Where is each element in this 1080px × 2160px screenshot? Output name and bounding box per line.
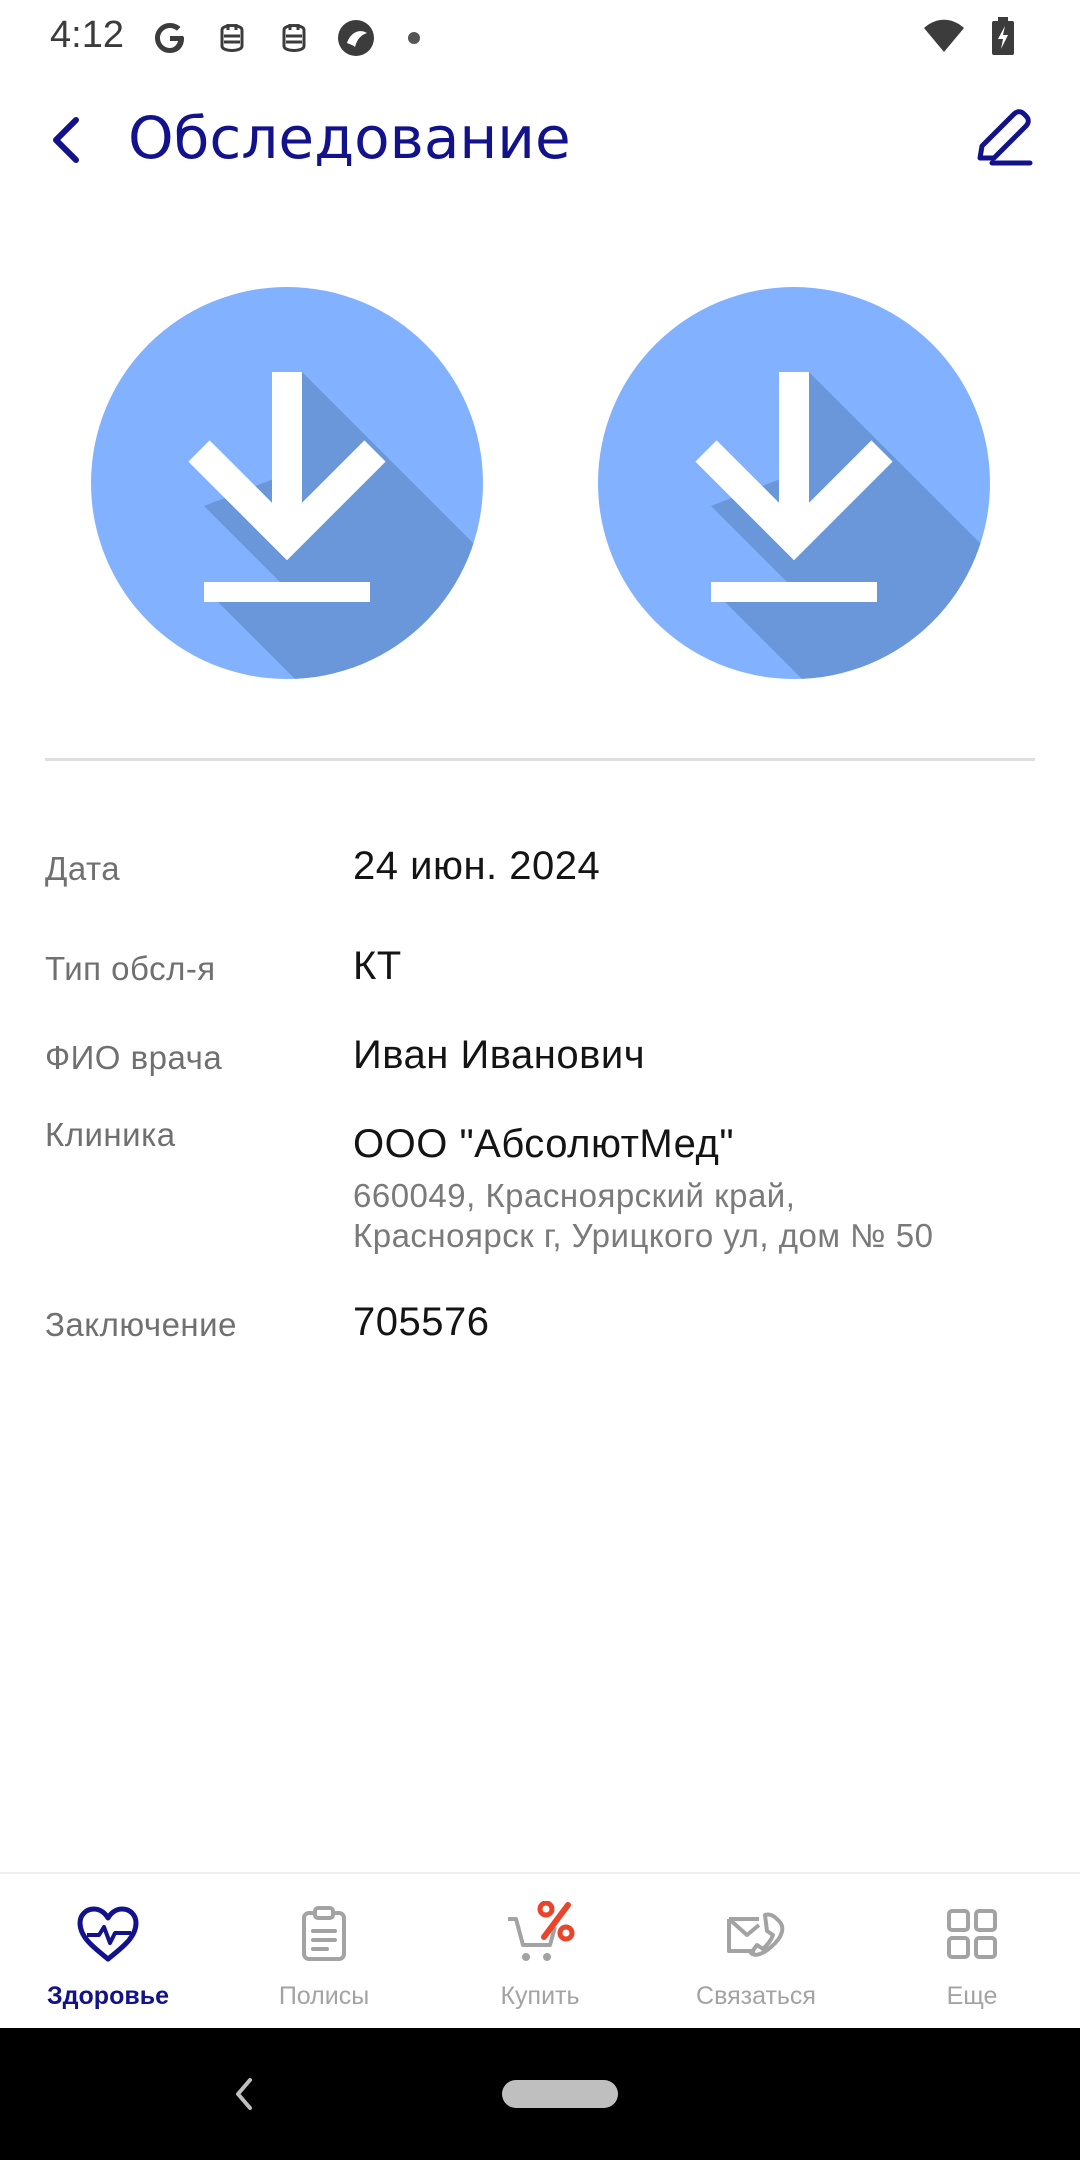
- nav-item-buy[interactable]: Купить: [432, 1874, 648, 2030]
- system-back-icon: [236, 2078, 252, 2110]
- clinic-address-line1: 660049, Красноярский край,: [353, 1177, 796, 1214]
- google-icon: [148, 16, 192, 60]
- attachment-download-1[interactable]: [90, 286, 484, 680]
- battery-charging-icon: [990, 16, 1016, 61]
- nav-item-contact[interactable]: Связаться: [648, 1874, 864, 2030]
- top-app-bar: Обследование: [0, 90, 1080, 190]
- download-icon: [91, 287, 483, 679]
- date-value: 24 июн. 2024: [353, 844, 601, 888]
- bottom-navigation: Здоровье Полисы Купить Связаться Еще: [0, 1872, 1080, 2028]
- doctor-value: Иван Иванович: [353, 1033, 646, 1077]
- clinic-name: ООО "АбсолютМед": [353, 1122, 735, 1166]
- pencil-icon: [977, 109, 1033, 166]
- download-icon: [598, 287, 990, 679]
- clinic-label: Клиника: [45, 1116, 176, 1153]
- conclusion-label: Заключение: [45, 1306, 237, 1343]
- wifi-icon: [922, 18, 966, 59]
- date-label: Дата: [45, 850, 121, 887]
- envelope-phone-icon: [716, 1898, 796, 1970]
- type-label: Тип обсл-я: [45, 950, 216, 987]
- page-title: Обследование: [128, 104, 571, 172]
- nav-label-policies: Полисы: [278, 1982, 370, 2010]
- nav-item-more[interactable]: Еще: [864, 1874, 1080, 2030]
- system-home-button[interactable]: [502, 2080, 618, 2108]
- nav-item-health[interactable]: Здоровье: [0, 1874, 216, 2030]
- attachment-download-2[interactable]: [597, 286, 991, 680]
- clipboard-icon: [284, 1898, 364, 1970]
- conclusion-value: 705576: [353, 1300, 490, 1344]
- status-time: 4:12: [50, 14, 124, 56]
- clinic-address-line2: Красноярск г, Урицкого ул, дом № 50: [353, 1217, 934, 1254]
- screen: 4:12 Обследование Дата 24 июн. 2024 Тип …: [0, 0, 1080, 2160]
- system-navigation-bar: [0, 2028, 1080, 2160]
- attachments: [0, 286, 1080, 686]
- chevron-left-icon: [53, 117, 79, 163]
- type-value: КТ: [353, 944, 402, 988]
- back-button[interactable]: [36, 110, 96, 170]
- nav-label-contact: Связаться: [696, 1982, 816, 2010]
- status-icons-left: [148, 16, 420, 60]
- dot-icon: [408, 32, 420, 44]
- heart-pulse-icon: [68, 1898, 148, 1970]
- notification-icon: [272, 16, 316, 60]
- divider: [45, 758, 1035, 761]
- nav-label-buy: Купить: [500, 1982, 580, 2010]
- cart-percent-icon: [500, 1898, 580, 1970]
- notification-icon: [210, 16, 254, 60]
- status-bar: 4:12: [0, 0, 1080, 80]
- status-icons-right: [922, 16, 1016, 61]
- doctor-label: ФИО врача: [45, 1039, 223, 1076]
- system-back-button[interactable]: [222, 2072, 266, 2116]
- nav-label-health: Здоровье: [47, 1982, 169, 2010]
- grid-icon: [932, 1898, 1012, 1970]
- nav-item-policies[interactable]: Полисы: [216, 1874, 432, 2030]
- nav-label-more: Еще: [946, 1982, 998, 2010]
- browser-icon: [334, 16, 378, 60]
- edit-button[interactable]: [968, 104, 1040, 176]
